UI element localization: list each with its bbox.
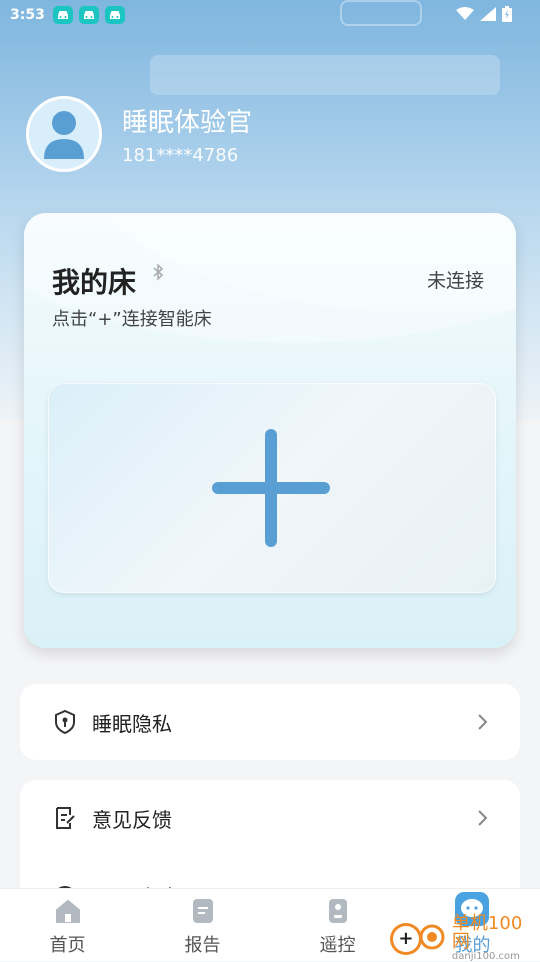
status-right — [456, 6, 512, 22]
profile-name: 睡眠体验官 — [122, 108, 253, 138]
notification-icons — [52, 6, 125, 24]
report-icon — [189, 897, 217, 925]
feedback-icon — [52, 805, 78, 831]
watermark-text-block: 单机100网 danji100.com — [452, 915, 540, 962]
bed-hint: 点击“+”连接智能床 — [52, 309, 212, 330]
my-bed-card: 我的床 未连接 点击“+”连接智能床 — [24, 213, 516, 648]
status-bar: 3:53 — [0, 0, 540, 30]
connection-status: 未连接 — [426, 270, 484, 292]
shield-icon — [52, 709, 78, 735]
site-watermark: + 单机100网 danji100.com — [390, 915, 540, 962]
avatar[interactable] — [26, 96, 102, 172]
remote-icon — [324, 897, 352, 925]
car-icon — [78, 6, 99, 24]
watermark-text: 单机100网 — [451, 913, 523, 952]
plus-icon-vertical — [265, 429, 277, 547]
menu-item-label: 睡眠隐私 — [92, 711, 172, 736]
user-avatar-icon — [44, 111, 84, 159]
background-bed-decoration — [150, 55, 500, 95]
bed-title: 我的床 — [52, 266, 137, 299]
status-time: 3:53 — [10, 7, 45, 23]
nav-label: 报告 — [184, 935, 221, 956]
home-icon — [54, 897, 82, 925]
nav-label: 首页 — [49, 935, 86, 956]
bluetooth-icon — [153, 263, 164, 281]
nav-item-report[interactable]: 报告 — [135, 889, 270, 961]
nav-item-remote[interactable]: 遥控 — [270, 889, 405, 961]
profile-info: 睡眠体验官 181****4786 — [122, 102, 252, 166]
signal-icon — [480, 7, 496, 21]
car-icon — [52, 6, 73, 24]
nav-item-home[interactable]: 首页 — [0, 889, 135, 961]
wifi-icon — [456, 7, 474, 20]
menu-item-label: 意见反馈 — [92, 807, 172, 832]
battery-icon — [502, 6, 512, 22]
watermark-logo-icon-second — [418, 923, 446, 955]
menu-item-feedback[interactable]: 意见反馈 — [20, 780, 520, 856]
car-icon — [104, 6, 125, 24]
menu-item-sleep-privacy[interactable]: 睡眠隐私 — [20, 684, 520, 760]
nav-label: 遥控 — [319, 935, 356, 956]
chevron-right-icon — [478, 810, 488, 826]
profile-phone: 181****4786 — [122, 145, 239, 166]
menu-card-privacy: 睡眠隐私 — [20, 684, 520, 760]
chevron-right-icon — [478, 714, 488, 730]
watermark-url: danji100.com — [451, 951, 520, 962]
add-bed-button[interactable] — [48, 383, 496, 593]
profile-header[interactable]: 睡眠体验官 181****4786 — [26, 96, 252, 172]
